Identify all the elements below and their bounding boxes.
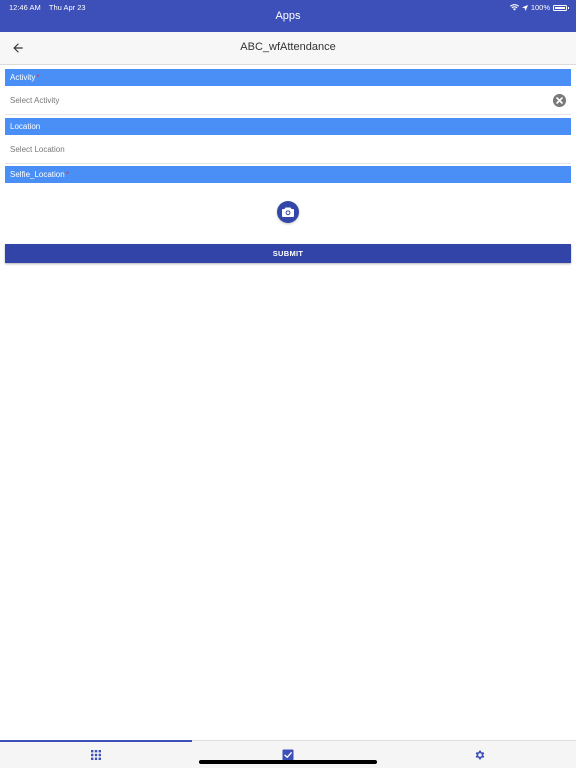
submit-button[interactable]: SUBMIT	[5, 244, 571, 263]
activity-select[interactable]: Select Activity	[5, 87, 571, 115]
selfie-location-label: Selfie_Location	[10, 170, 65, 179]
camera-icon	[282, 207, 294, 217]
tab-apps[interactable]	[0, 740, 192, 768]
gear-icon	[475, 750, 485, 760]
nav-bar: ABC_wfAttendance	[0, 32, 576, 65]
activity-placeholder: Select Activity	[10, 96, 60, 105]
activity-label: Activity	[10, 73, 36, 82]
battery-fill	[555, 6, 565, 9]
close-circle-icon[interactable]	[553, 94, 566, 107]
page-title: ABC_wfAttendance	[240, 41, 336, 53]
required-marker: *	[65, 170, 69, 179]
app-bar: 12:46 AM Thu Apr 23 100% Apps	[0, 0, 576, 32]
required-marker: *	[36, 73, 40, 82]
location-placeholder: Select Location	[10, 145, 65, 154]
section-header-location: Location	[5, 118, 571, 135]
grid-icon	[91, 750, 101, 760]
section-header-selfie-location: Selfie_Location*	[5, 166, 571, 183]
home-indicator	[199, 760, 377, 764]
location-select[interactable]: Select Location	[5, 136, 571, 164]
arrow-left-icon[interactable]	[11, 41, 25, 55]
tab-settings[interactable]	[384, 741, 576, 768]
section-header-activity: Activity*	[5, 69, 571, 86]
app-title: Apps	[275, 10, 301, 22]
active-tab-indicator	[0, 740, 192, 742]
camera-button[interactable]	[277, 201, 299, 223]
location-label: Location	[10, 122, 41, 131]
